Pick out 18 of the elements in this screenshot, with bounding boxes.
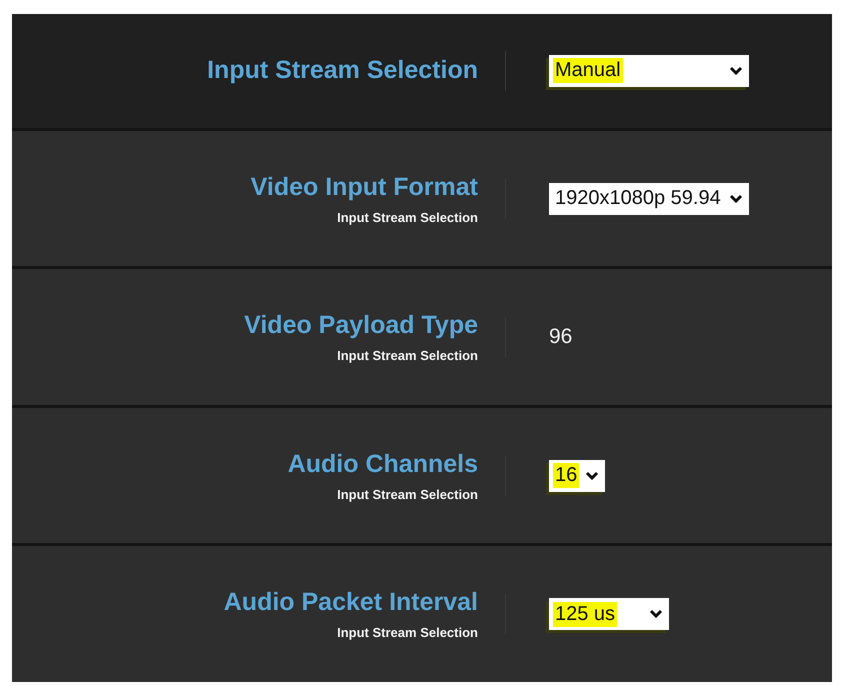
setting-value: 96 [549, 325, 572, 348]
setting-sublabel: Input Stream Selection [337, 486, 478, 502]
setting-label: Audio Packet Interval [224, 588, 478, 618]
setting-sublabel: Input Stream Selection [337, 348, 478, 364]
setting-label: Video Payload Type [244, 311, 478, 340]
chevron-icon [649, 609, 663, 620]
setting-label: Audio Channels [288, 450, 478, 479]
dropdown[interactable]: 125 us [549, 598, 669, 630]
dropdown[interactable]: 16 [549, 460, 606, 492]
setting-sublabel: Input Stream Selection [337, 210, 478, 225]
chevron-icon [585, 470, 600, 481]
dropdown[interactable]: Manual [549, 54, 749, 87]
setting-label: Input Stream Selection [207, 56, 478, 86]
chevron-icon [728, 194, 743, 204]
chevron-icon [729, 66, 743, 76]
dropdown[interactable]: 1920x1080p 59.94 [549, 182, 749, 215]
setting-sublabel: Input Stream Selection [337, 625, 478, 640]
setting-label: Video Input Format [250, 172, 478, 202]
